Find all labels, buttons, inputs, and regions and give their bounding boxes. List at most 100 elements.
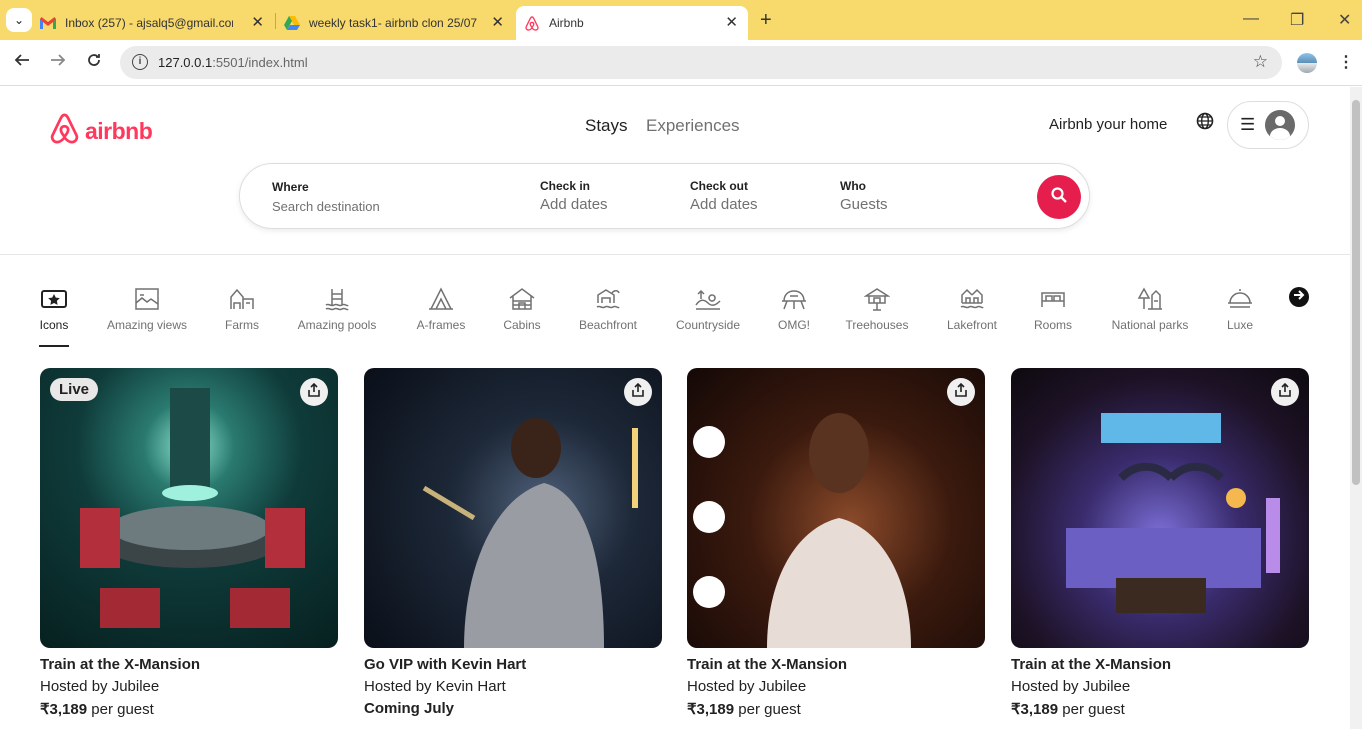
checkout-label: Check out — [690, 179, 749, 193]
browser-tab-drive[interactable]: weekly task1- airbnb clon 25/07 ✕ — [284, 6, 514, 40]
listing-photo[interactable] — [687, 368, 985, 648]
listing-price: ₹3,189 per guest — [687, 701, 801, 718]
close-tab-icon[interactable]: ✕ — [725, 15, 738, 30]
category-next-button[interactable] — [1289, 287, 1309, 307]
icons-icon — [41, 286, 67, 312]
share-button[interactable] — [1271, 378, 1299, 406]
category-label: Cabins — [503, 318, 541, 332]
category-beachfront[interactable]: Beachfront — [577, 286, 639, 332]
listing-host: Hosted by Jubilee — [1011, 678, 1131, 695]
portrait-illustration — [767, 413, 911, 648]
category-label: Rooms — [1034, 318, 1073, 332]
xmansion-room-illustration — [80, 388, 305, 628]
search-button[interactable] — [1037, 175, 1081, 219]
listing-host: Hosted by Jubilee — [40, 678, 160, 695]
rooms-icon — [1040, 286, 1066, 312]
scrollbar-thumb[interactable] — [1352, 100, 1360, 485]
search-icon — [1051, 186, 1067, 208]
bedroom-illustration — [1066, 413, 1280, 613]
listing-title: Train at the X-Mansion — [1011, 656, 1172, 673]
omg-icon — [781, 286, 807, 312]
browser-menu-icon[interactable]: ⋮ — [1338, 52, 1354, 72]
nav-stays[interactable]: Stays — [585, 116, 628, 136]
profile-avatar-icon[interactable] — [1297, 53, 1317, 73]
minimize-icon[interactable]: — — [1243, 10, 1259, 28]
share-button[interactable] — [947, 378, 975, 406]
category-label: Lakefront — [946, 318, 998, 332]
host-link[interactable]: Airbnb your home — [1049, 116, 1167, 133]
share-button[interactable] — [624, 378, 652, 406]
checkout-field[interactable]: Add dates — [690, 196, 758, 213]
tab-search-menu-icon[interactable]: ⌄ — [6, 8, 32, 32]
browser-tab-bar: ⌄ Inbox (257) - ajsalq5@gmail.com ✕ week… — [0, 0, 1362, 40]
category-luxe[interactable]: Luxe — [1226, 286, 1254, 332]
close-tab-icon[interactable]: ✕ — [251, 15, 264, 30]
category-countryside[interactable]: Countryside — [674, 286, 742, 332]
search-bar: Where Search destination Check in Add da… — [239, 163, 1090, 229]
bookmark-star-icon[interactable]: ☆ — [1253, 52, 1268, 72]
forward-icon[interactable] — [50, 52, 66, 73]
category-label: Luxe — [1226, 318, 1254, 332]
listing-card[interactable]: Train at the X-Mansion Hosted by Jubilee… — [687, 368, 985, 718]
category-cabins[interactable]: Cabins — [503, 286, 541, 332]
share-button[interactable] — [300, 378, 328, 406]
category-label: Icons — [39, 318, 69, 332]
live-badge: Live — [50, 378, 99, 401]
nav-experiences[interactable]: Experiences — [646, 116, 740, 136]
category-icons[interactable]: Icons — [39, 286, 69, 347]
checkin-field[interactable]: Add dates — [540, 196, 608, 213]
countryside-icon — [695, 286, 721, 312]
a-frames-icon — [428, 286, 454, 312]
category-label: Beachfront — [578, 318, 638, 332]
amazing-views-icon — [134, 286, 160, 312]
national-parks-icon — [1137, 286, 1163, 312]
listing-card[interactable]: Train at the X-Mansion Hosted by Jubilee… — [1011, 368, 1309, 718]
globe-icon[interactable] — [1196, 112, 1214, 135]
new-tab-icon[interactable]: + — [760, 9, 772, 32]
airbnb-logo[interactable]: airbnb — [50, 113, 153, 149]
address-bar[interactable]: i 127.0.0.1:5501/index.html ☆ — [120, 46, 1282, 79]
category-label: OMG! — [778, 318, 810, 332]
listing-title: Train at the X-Mansion — [40, 656, 201, 673]
browser-tab-airbnb[interactable]: Airbnb ✕ — [516, 6, 748, 40]
share-icon — [954, 382, 968, 402]
active-category-underline — [39, 345, 69, 347]
tab-separator — [275, 13, 276, 29]
gmail-icon — [40, 15, 56, 31]
close-window-icon[interactable]: ✕ — [1338, 10, 1351, 30]
restore-icon[interactable]: ❐ — [1290, 10, 1304, 30]
listing-title: Go VIP with Kevin Hart — [364, 656, 527, 673]
back-icon[interactable] — [14, 52, 30, 73]
listing-card[interactable]: Live Train at the X-Mansion Hosted by Ju… — [40, 368, 338, 718]
category-label: Farms — [225, 318, 259, 332]
category-farms[interactable]: Farms — [225, 286, 259, 332]
browser-tab-gmail[interactable]: Inbox (257) - ajsalq5@gmail.com ✕ — [40, 6, 274, 40]
close-tab-icon[interactable]: ✕ — [491, 15, 504, 30]
category-amazing-views[interactable]: Amazing views — [105, 286, 189, 332]
listing-photo[interactable] — [364, 368, 662, 648]
category-treehouses[interactable]: Treehouses — [846, 286, 908, 332]
category-national-parks[interactable]: National parks — [1109, 286, 1191, 332]
share-icon — [307, 382, 321, 402]
who-label: Who — [840, 179, 866, 193]
listing-photo[interactable] — [1011, 368, 1309, 648]
listing-photo[interactable]: Live — [40, 368, 338, 648]
reload-icon[interactable] — [86, 52, 102, 73]
treehouses-icon — [864, 286, 890, 312]
category-rooms[interactable]: Rooms — [1034, 286, 1072, 332]
category-omg[interactable]: OMG! — [777, 286, 811, 332]
where-input[interactable]: Search destination — [272, 199, 380, 214]
category-lakefront[interactable]: Lakefront — [945, 286, 999, 332]
luxe-icon — [1227, 286, 1253, 312]
category-amazing-pools[interactable]: Amazing pools — [296, 286, 378, 332]
user-menu-button[interactable]: ☰ — [1227, 101, 1309, 149]
site-info-icon[interactable]: i — [132, 54, 148, 70]
tab-title: Airbnb — [549, 16, 584, 30]
user-avatar-icon — [1265, 110, 1296, 140]
airbnb-icon — [524, 15, 540, 31]
drive-icon — [284, 15, 300, 31]
share-icon — [1278, 382, 1292, 402]
guests-field[interactable]: Guests — [840, 196, 888, 213]
listing-card[interactable]: Go VIP with Kevin Hart Hosted by Kevin H… — [364, 368, 662, 717]
category-a-frames[interactable]: A-frames — [414, 286, 468, 332]
